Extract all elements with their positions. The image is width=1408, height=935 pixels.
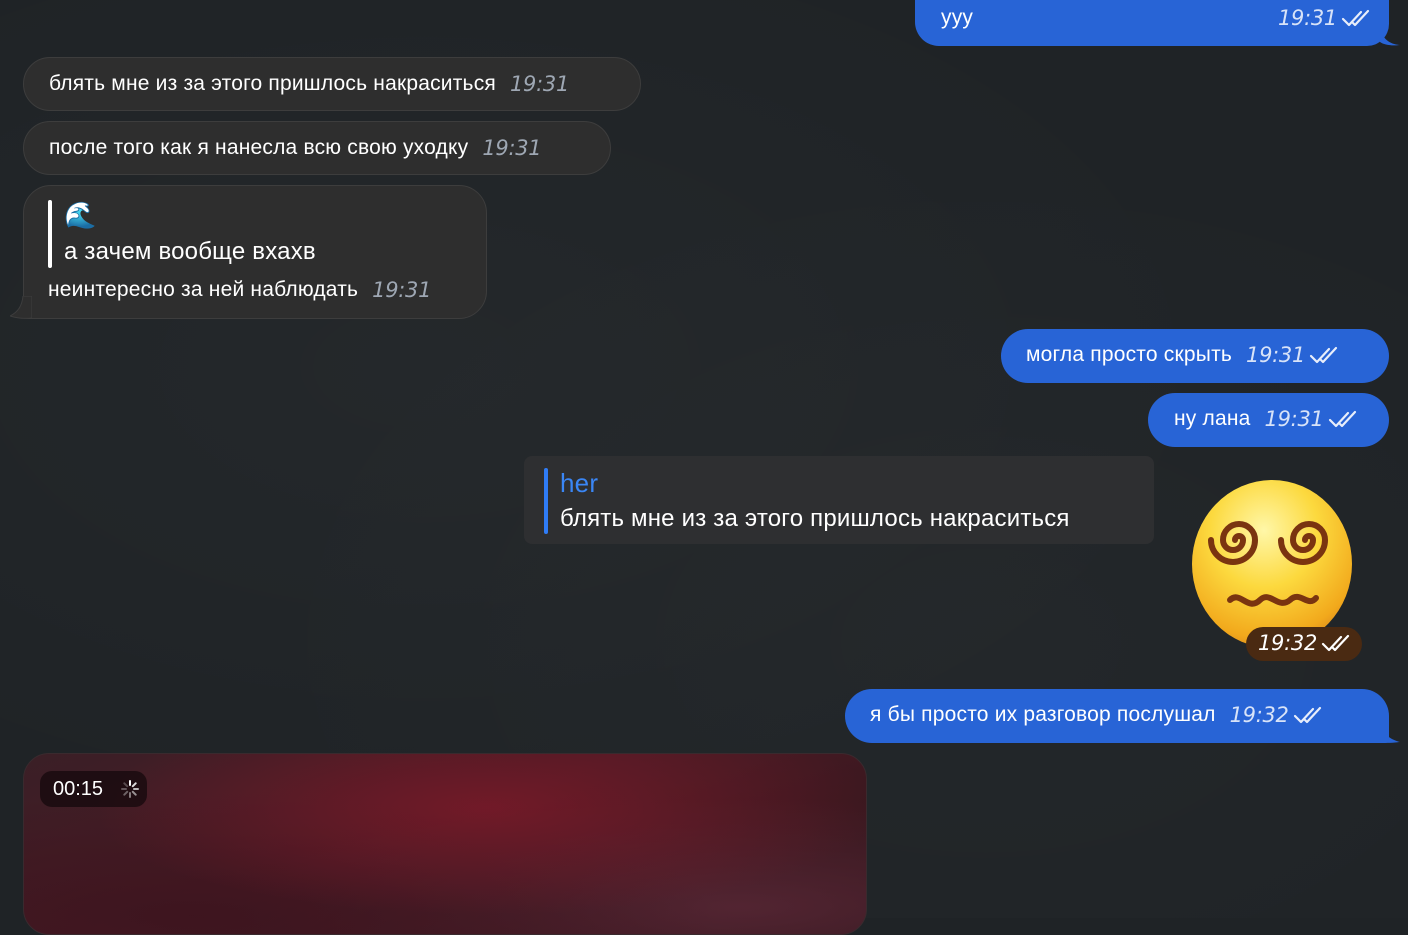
video-duration: 00:15 xyxy=(53,778,104,800)
message-text: неинтересно за ней наблюдать xyxy=(48,278,359,301)
double-check-icon xyxy=(1328,410,1356,428)
message-text: блять мне из за этого пришлось накрасить… xyxy=(49,72,496,95)
video-message[interactable]: 00:15 xyxy=(23,753,867,935)
message-text: после того как я нанесла всю свою уходку xyxy=(49,136,469,159)
message-time: 19:31 xyxy=(372,278,432,302)
reply-bar xyxy=(48,200,52,268)
message-outgoing[interactable]: я бы просто их разговор послушал 19:32 xyxy=(845,689,1389,743)
double-check-icon xyxy=(1293,706,1321,724)
face-with-spiral-eyes-sticker[interactable] xyxy=(1190,478,1356,648)
message-time: 19:32 xyxy=(1258,631,1318,655)
sticker-time-badge: 19:32 xyxy=(1246,627,1362,661)
message-time: 19:31 xyxy=(1264,407,1324,431)
message-text: ну лана xyxy=(1174,407,1251,430)
sticker-reply-preview[interactable]: her блять мне из за этого пришлось накра… xyxy=(524,456,1154,544)
spinner-icon xyxy=(121,780,139,798)
reply-bar xyxy=(544,468,548,534)
double-check-icon xyxy=(1341,9,1370,27)
message-text: я бы просто их разговор послушал xyxy=(870,703,1216,726)
reply-text: блять мне из за этого пришлось накрасить… xyxy=(560,505,1070,532)
message-text: могла просто скрыть xyxy=(1026,343,1233,366)
bubble-tail xyxy=(10,296,32,319)
message-incoming[interactable]: после того как я нанесла всю свою уходку… xyxy=(23,121,611,175)
message-time: 19:32 xyxy=(1229,703,1289,727)
double-check-icon xyxy=(1309,346,1338,364)
message-incoming-with-reply[interactable]: 🌊 а зачем вообще вхахв неинтересно за не… xyxy=(23,185,487,319)
message-time: 19:31 xyxy=(1246,343,1306,367)
video-duration-badge: 00:15 xyxy=(40,771,147,807)
message-text: ууу xyxy=(941,6,974,29)
message-outgoing[interactable]: могла просто скрыть 19:31 xyxy=(1001,329,1389,383)
message-time: 19:31 xyxy=(509,72,570,96)
message-time: 19:31 xyxy=(1277,6,1337,30)
bubble-tail xyxy=(1380,26,1400,46)
message-outgoing[interactable]: ну лана 19:31 xyxy=(1148,393,1389,447)
message-outgoing[interactable]: ууу 19:31 xyxy=(915,0,1389,46)
wave-emoji-icon: 🌊 xyxy=(64,200,97,230)
message-incoming[interactable]: блять мне из за этого пришлось накрасить… xyxy=(23,57,641,111)
reply-text[interactable]: а зачем вообще вхахв xyxy=(64,238,316,266)
bubble-tail xyxy=(1380,722,1400,743)
message-time: 19:31 xyxy=(482,136,542,160)
reply-author: her xyxy=(560,468,599,498)
double-check-icon xyxy=(1321,634,1350,652)
